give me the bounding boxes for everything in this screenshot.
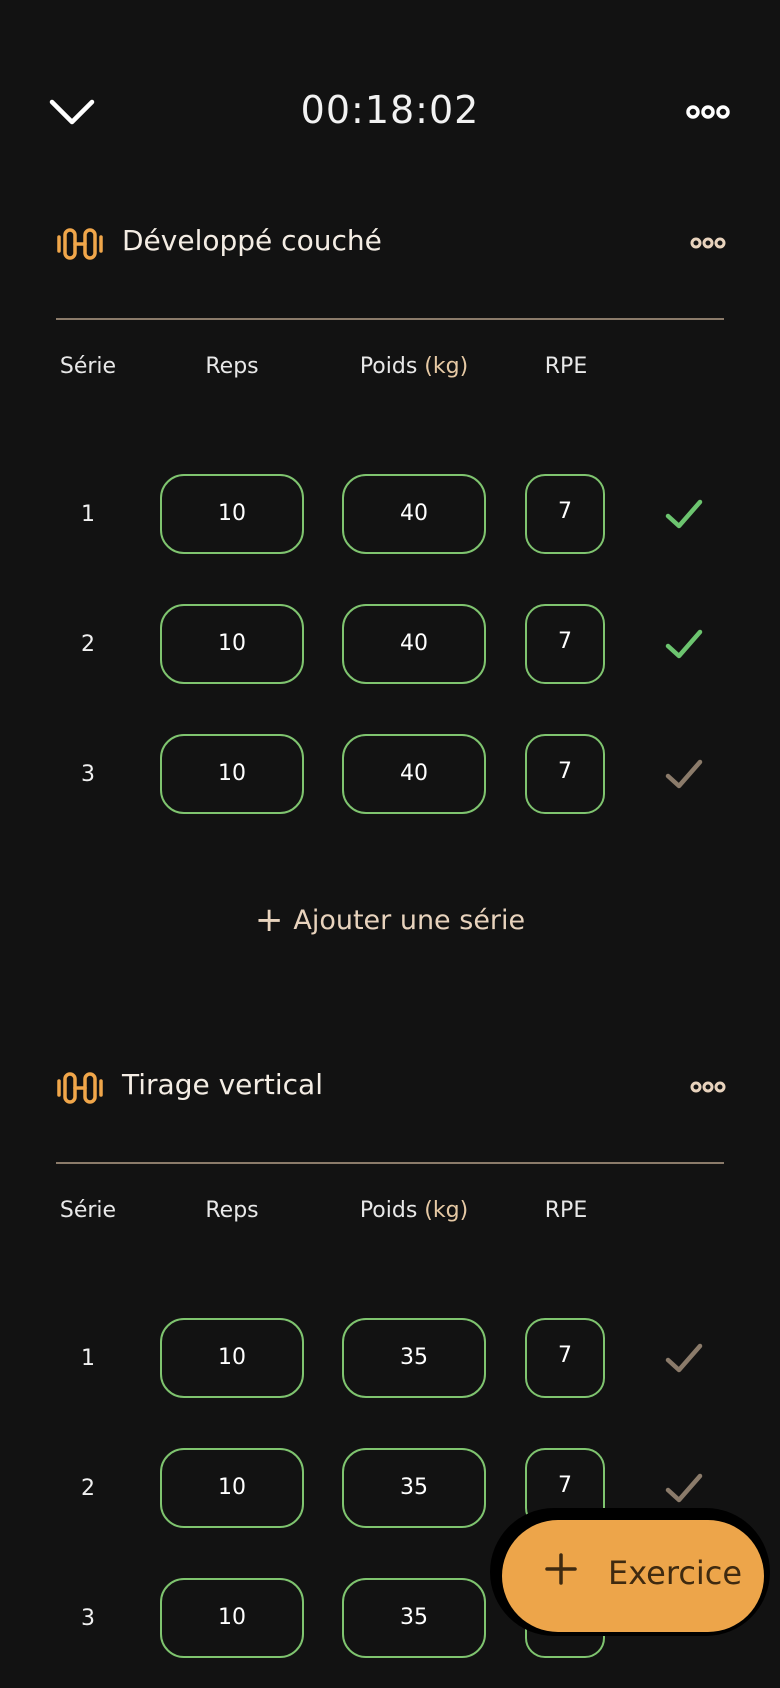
check-icon[interactable]	[664, 494, 704, 534]
reps-input[interactable]: 10	[160, 604, 304, 684]
add-set-label: Ajouter une série	[293, 905, 526, 936]
top-bar: 00:18:02	[0, 60, 780, 164]
weight-unit: (kg)	[424, 1198, 469, 1223]
check-icon[interactable]	[664, 624, 704, 664]
weight-unit: (kg)	[424, 354, 469, 379]
weight-input[interactable]: 35	[342, 1448, 486, 1528]
check-icon[interactable]	[664, 1338, 704, 1378]
plus-icon: +	[254, 900, 284, 940]
reps-input[interactable]: 10	[160, 474, 304, 554]
set-row: 1 10 35 7	[0, 1318, 780, 1398]
dumbbell-icon	[57, 228, 103, 260]
column-header-serie: Série	[59, 1198, 117, 1223]
set-column-headers: Série Reps Poids (kg) RPE	[0, 1198, 780, 1238]
set-row: 1 10 40 7	[0, 474, 780, 554]
set-row: 3 10 40 7	[0, 734, 780, 814]
column-header-poids: Poids (kg)	[359, 1198, 469, 1223]
set-number: 3	[81, 762, 95, 787]
add-exercise-label: Exercice	[608, 1554, 743, 1592]
exercise-more-icon[interactable]	[690, 234, 726, 252]
exercise-title[interactable]: Tirage vertical	[122, 1068, 323, 1101]
set-number: 2	[81, 632, 95, 657]
column-header-rpe: RPE	[544, 1198, 588, 1223]
rpe-input[interactable]: 7	[525, 734, 605, 814]
column-header-poids: Poids (kg)	[359, 354, 469, 379]
workout-timer: 00:18:02	[300, 88, 480, 132]
section-divider	[56, 1162, 724, 1164]
more-options-icon[interactable]	[686, 100, 730, 124]
reps-input[interactable]: 10	[160, 1448, 304, 1528]
column-header-rpe: RPE	[544, 354, 588, 379]
column-header-reps: Reps	[205, 354, 259, 379]
set-column-headers: Série Reps Poids (kg) RPE	[0, 354, 780, 394]
check-icon[interactable]	[664, 1468, 704, 1508]
section-divider	[56, 318, 724, 320]
column-header-serie: Série	[59, 354, 117, 379]
exercise-title[interactable]: Développé couché	[122, 224, 382, 257]
dumbbell-icon	[57, 1072, 103, 1104]
weight-input[interactable]: 35	[342, 1318, 486, 1398]
exercise-card: Développé couché Série Reps Poids (kg) R…	[0, 214, 780, 954]
exercise-header: Tirage vertical	[56, 1058, 726, 1118]
set-number: 2	[81, 1476, 95, 1501]
column-header-reps: Reps	[205, 1198, 259, 1223]
rpe-input[interactable]: 7	[525, 604, 605, 684]
plus-icon	[545, 1553, 577, 1585]
add-exercise-button[interactable]: Exercice	[502, 1520, 764, 1632]
weight-input[interactable]: 40	[342, 604, 486, 684]
reps-input[interactable]: 10	[160, 734, 304, 814]
add-set-button[interactable]: + Ajouter une série	[0, 900, 780, 940]
check-icon[interactable]	[664, 754, 704, 794]
weight-input[interactable]: 40	[342, 734, 486, 814]
set-row: 2 10 40 7	[0, 604, 780, 684]
set-number: 1	[81, 502, 95, 527]
rpe-input[interactable]: 7	[525, 474, 605, 554]
exercise-header: Développé couché	[56, 214, 726, 274]
set-number: 3	[81, 1606, 95, 1631]
rpe-input[interactable]: 7	[525, 1318, 605, 1398]
reps-input[interactable]: 10	[160, 1318, 304, 1398]
weight-input[interactable]: 40	[342, 474, 486, 554]
weight-input[interactable]: 35	[342, 1578, 486, 1658]
set-number: 1	[81, 1346, 95, 1371]
reps-input[interactable]: 10	[160, 1578, 304, 1658]
exercise-more-icon[interactable]	[690, 1078, 726, 1096]
